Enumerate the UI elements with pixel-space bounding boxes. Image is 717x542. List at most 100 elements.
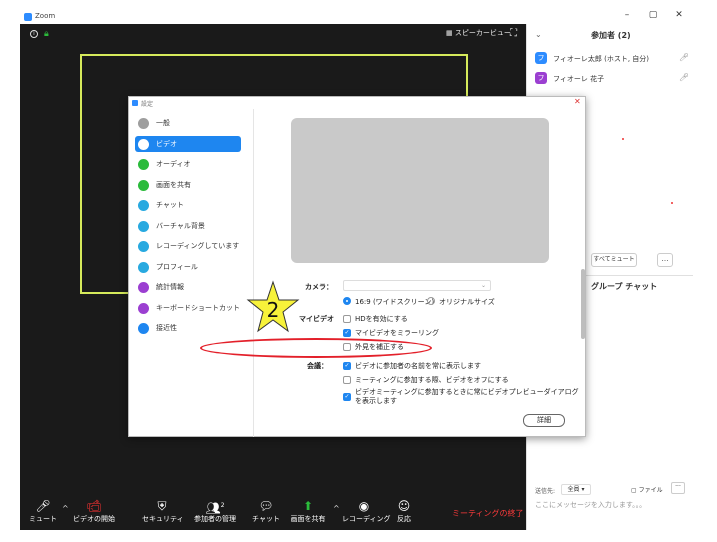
- settings-nav-label: チャット: [156, 201, 184, 209]
- shield-icon: ⛨: [157, 499, 167, 513]
- camera-select[interactable]: ⌄: [343, 280, 491, 291]
- settings-nav-label: レコーディングしています: [156, 242, 240, 250]
- settings-close-icon[interactable]: ✕: [574, 97, 581, 106]
- record-icon: ◉: [358, 499, 370, 513]
- send-to-label: 送信先:: [535, 488, 556, 495]
- minimize-button[interactable]: –: [620, 10, 634, 20]
- participant-name: フィオーレ 花子: [553, 75, 605, 83]
- start-video-button[interactable]: 📹︎ ビデオの開始: [72, 498, 116, 524]
- chat-more-button[interactable]: ···: [671, 482, 685, 494]
- step-number: 2: [267, 298, 280, 322]
- mirror-checkbox[interactable]: ✓: [343, 329, 351, 337]
- settings-title-bar: 設定 ✕: [129, 97, 585, 109]
- video-off-checkbox[interactable]: [343, 376, 351, 384]
- security-button[interactable]: ⛨ セキュリティ: [142, 498, 184, 524]
- hd-checkbox[interactable]: [343, 315, 351, 323]
- settings-nav-item[interactable]: 統計情報: [135, 279, 241, 295]
- more-options-button[interactable]: …: [657, 253, 673, 267]
- microphone-icon: 🎤︎: [679, 73, 690, 82]
- red-dot: [671, 202, 673, 204]
- settings-nav-item[interactable]: オーディオ: [135, 156, 241, 172]
- preview-dialog-checkbox[interactable]: ✓: [343, 393, 351, 401]
- collapse-chevron-icon[interactable]: ⌄: [535, 30, 542, 39]
- participants-button[interactable]: 👥︎2 参加者の管理: [192, 498, 238, 524]
- window-title-bar: Zoom – ▢ ✕: [20, 10, 692, 24]
- speaker-view-button[interactable]: ▦ スピーカービュー: [446, 28, 511, 38]
- file-button[interactable]: ▢ ファイル: [631, 485, 663, 494]
- nav-icon: [138, 241, 149, 252]
- fullscreen-icon[interactable]: ⛶: [510, 28, 517, 39]
- settings-nav: 一般ビデオオーディオ画面を共有チャットバーチャル背景レコーディングしています プロ…: [129, 109, 254, 437]
- aspect-wide-label: 16:9 (ワイドスクリーン): [355, 298, 435, 306]
- info-icon[interactable]: i: [30, 30, 38, 38]
- video-off-icon: 📹︎: [86, 499, 102, 513]
- settings-nav-label: 統計情報: [156, 283, 184, 291]
- scrollbar[interactable]: [581, 269, 585, 339]
- mute-button[interactable]: 🎤︎ ミュート: [28, 498, 58, 524]
- send-to-select[interactable]: 全員 ▾: [561, 484, 591, 495]
- advanced-button[interactable]: 詳細: [523, 414, 565, 427]
- settings-nav-item[interactable]: レコーディングしています: [135, 238, 241, 254]
- participants-count: 2: [220, 502, 225, 509]
- avatar: フ: [535, 52, 547, 64]
- settings-nav-label: 画面を共有: [156, 180, 191, 189]
- nav-icon: [138, 200, 149, 211]
- participants-icon: 👥︎2: [205, 501, 225, 515]
- settings-nav-item[interactable]: 一般: [135, 115, 241, 131]
- nav-icon: [138, 138, 149, 150]
- zoom-logo-icon: [132, 100, 138, 106]
- highlight-ellipse: [200, 338, 432, 358]
- file-icon: ▢: [631, 487, 637, 494]
- chat-bubble-icon: 💬︎: [258, 499, 274, 513]
- show-names-label: ビデオに参加者の名前を常に表示します: [355, 362, 481, 370]
- record-button[interactable]: ◉ レコーディング: [342, 498, 391, 524]
- mute-all-button[interactable]: すべてミュート: [591, 253, 637, 267]
- end-meeting-button[interactable]: ミーティングの終了: [452, 508, 524, 519]
- settings-nav-item[interactable]: ビデオ: [135, 135, 241, 152]
- settings-nav-label: キーボードショートカット: [156, 303, 240, 312]
- window-title: Zoom: [35, 12, 56, 20]
- settings-nav-item[interactable]: キーボードショートカット: [135, 300, 241, 316]
- participant-row[interactable]: フ フィオーレ太郎 (ホスト, 自分) 🎤︎: [535, 52, 689, 66]
- nav-icon: [138, 323, 149, 334]
- nav-icon: [138, 118, 149, 129]
- aspect-wide-radio[interactable]: [343, 297, 351, 305]
- close-button[interactable]: ✕: [672, 10, 686, 20]
- chat-button[interactable]: 💬︎ チャット: [252, 498, 280, 524]
- settings-nav-label: プロフィール: [156, 262, 198, 271]
- nav-icon: [138, 159, 149, 170]
- settings-nav-item[interactable]: プロフィール: [135, 259, 241, 275]
- audio-options-chevron-icon[interactable]: ^: [62, 504, 69, 513]
- participant-row[interactable]: フ フィオーレ 花子 🎤︎: [535, 72, 689, 86]
- chat-message-input[interactable]: ここにメッセージを入力します。。。: [535, 500, 685, 510]
- step-star-icon: 2: [246, 280, 300, 333]
- meeting-label: 会議：: [307, 362, 328, 370]
- file-label: ファイル: [638, 487, 663, 494]
- settings-nav-item[interactable]: バーチャル背景: [135, 218, 241, 234]
- microphone-icon: 🎤︎: [679, 53, 690, 62]
- settings-title: 設定: [141, 101, 154, 108]
- settings-nav-item[interactable]: 接近性: [135, 320, 241, 336]
- settings-nav-item[interactable]: チャット: [135, 197, 241, 213]
- maximize-button[interactable]: ▢: [646, 10, 660, 20]
- settings-nav-label: ビデオ: [156, 139, 177, 148]
- camera-preview: [291, 118, 549, 263]
- nav-icon: [138, 220, 149, 232]
- show-names-checkbox[interactable]: ✓: [343, 362, 351, 370]
- nav-icon: [138, 261, 149, 273]
- chat-title: グループ チャット: [591, 282, 658, 291]
- settings-nav-item[interactable]: 画面を共有: [135, 177, 241, 193]
- settings-nav-label: 一般: [156, 119, 170, 127]
- avatar: フ: [535, 72, 547, 84]
- lock-icon[interactable]: 🔒︎: [44, 29, 49, 39]
- participants-title: 参加者 (2): [591, 31, 631, 40]
- share-screen-button[interactable]: ⬆ 画面を共有: [288, 498, 328, 524]
- speaker-view-label: スピーカービュー: [454, 29, 511, 37]
- reactions-button[interactable]: ☺ 反応: [392, 498, 416, 524]
- zoom-logo-icon: [24, 13, 32, 21]
- share-options-chevron-icon[interactable]: ^: [333, 504, 340, 513]
- aspect-original-radio[interactable]: [427, 297, 435, 305]
- hd-label: HDを有効にする: [355, 315, 408, 323]
- settings-nav-label: オーディオ: [156, 160, 191, 168]
- nav-icon: [138, 282, 149, 293]
